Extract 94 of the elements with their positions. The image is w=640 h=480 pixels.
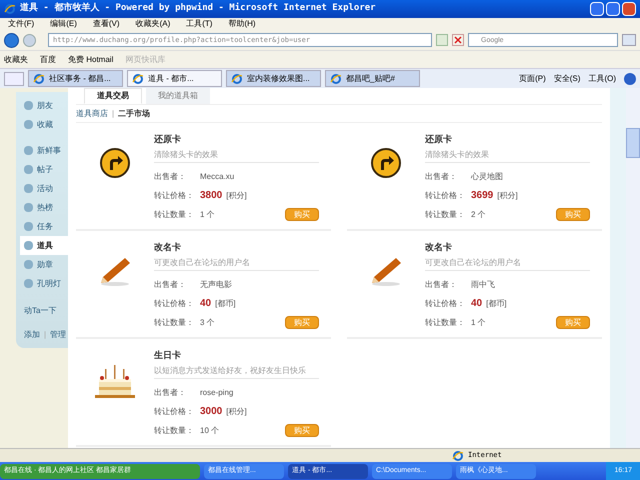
item-name: 还原卡: [425, 133, 453, 146]
quantity: 3 个: [200, 316, 215, 328]
page-tab[interactable]: 我的道具箱: [146, 88, 210, 104]
browser-icon: [231, 72, 243, 84]
field-label: 出售者：: [425, 170, 458, 182]
window-title: 道具 - 都市牧羊人 - Powered by phpwind - Microsoft Internet Explorer: [20, 2, 376, 16]
sidebar-item[interactable]: 朋友: [24, 96, 68, 115]
separator: |: [112, 108, 114, 120]
field-label: 转让数量：: [154, 208, 195, 220]
separator: |: [44, 329, 46, 341]
seller-name: 心灵地图: [471, 170, 503, 182]
field-label: 转让数量：: [425, 208, 466, 220]
scrollbar[interactable]: [626, 88, 640, 448]
browser-tab[interactable]: 社区事务 - 都昌...: [28, 70, 123, 87]
sidebar-item[interactable]: 任务: [24, 217, 68, 236]
breadcrumb-link[interactable]: 道具商店: [76, 108, 108, 120]
sidebar-item[interactable]: 帖子: [24, 160, 68, 179]
seller-name: 无声电影: [200, 278, 232, 290]
menu-item[interactable]: 文件(F): [8, 18, 34, 30]
sidebar-item[interactable]: 热榜: [24, 198, 68, 217]
item-name: 改名卡: [425, 241, 453, 254]
price-value: 3699: [471, 189, 494, 203]
price-unit: [积分]: [497, 190, 518, 202]
field-label: 转让价格：: [425, 190, 466, 202]
quantity: 1 个: [200, 208, 215, 220]
price-unit: [积分]: [226, 406, 247, 418]
add-link[interactable]: 添加: [24, 329, 40, 341]
menu-item[interactable]: 帮助(H): [228, 18, 256, 30]
field-label: 出售者：: [154, 386, 187, 398]
field-label: 转让数量：: [425, 316, 466, 328]
browser-icon: [4, 3, 16, 15]
favorites-link[interactable]: 百度: [40, 54, 56, 66]
field-label: 出售者：: [425, 278, 458, 290]
item-description: 以短消息方式发送给好友，祝好友生日快乐: [154, 363, 319, 379]
sidebar-item[interactable]: 道具: [20, 236, 70, 255]
field-label: 出售者：: [154, 170, 187, 182]
field-label: 转让价格：: [154, 406, 195, 418]
sidebar-item[interactable]: 收藏: [24, 115, 68, 134]
browser-icon: [132, 72, 144, 84]
poke-link[interactable]: 动Ta一下: [24, 305, 68, 317]
menu-item[interactable]: 查看(V): [92, 18, 120, 30]
favorites-link[interactable]: 免费 Hotmail: [68, 54, 114, 66]
price-unit: [积分]: [226, 190, 247, 202]
field-label: 转让数量：: [154, 424, 195, 436]
price-unit: [都币]: [486, 298, 507, 310]
item-name: 生日卡: [154, 349, 182, 362]
browser-tab[interactable]: 道具 - 都市...: [127, 70, 222, 87]
sidebar-item[interactable]: 勋章: [24, 255, 68, 274]
price-value: 40: [471, 297, 482, 311]
item-description: 清除猪头卡的效果: [425, 147, 590, 163]
field-label: 出售者：: [154, 278, 187, 290]
scrollbar-thumb[interactable]: [626, 128, 640, 158]
item-name: 还原卡: [154, 133, 182, 146]
field-label: 转让价格：: [154, 190, 195, 202]
sidebar-item[interactable]: 新鲜事: [24, 141, 68, 160]
browser-icon: [33, 72, 45, 84]
seller-name: rose-ping: [200, 386, 234, 398]
browser-icon: [330, 72, 342, 84]
sidebar-item[interactable]: 孔明灯: [24, 274, 68, 293]
price-value: 3800: [200, 189, 222, 203]
item-description: 清除猪头卡的效果: [154, 147, 319, 163]
seller-name: 雨中飞: [471, 278, 495, 290]
browser-tab[interactable]: 都昌吧_贴吧#: [325, 70, 420, 87]
price-value: 40: [200, 297, 212, 311]
page-tab[interactable]: 道具交易: [84, 88, 142, 104]
command-button[interactable]: 安全(S): [554, 72, 580, 84]
item-name: 改名卡: [154, 241, 182, 254]
manage-link[interactable]: 管理: [50, 329, 66, 341]
quantity: 1 个: [471, 316, 486, 328]
favorites-link[interactable]: 收藏夹: [4, 54, 28, 66]
menu-item[interactable]: 收藏夹(A): [136, 18, 170, 30]
browser-tab[interactable]: 室内装修效果图...: [226, 70, 321, 87]
arrow-coin-icon: [370, 147, 402, 179]
arrow-coin-icon: [99, 147, 131, 179]
stop-icon[interactable]: [452, 34, 464, 46]
field-label: 转让价格：: [425, 298, 466, 310]
quantity: 10 个: [200, 424, 220, 436]
seller-name: Mecca.xu: [200, 170, 234, 182]
back-button[interactable]: [4, 32, 19, 48]
sidebar-item[interactable]: 活动: [24, 179, 68, 198]
item-description: 可更改自己在论坛的用户名: [154, 255, 319, 271]
browser-icon: [452, 450, 464, 462]
menu-item[interactable]: 工具(T): [186, 18, 212, 30]
price-unit: [都币]: [215, 298, 236, 310]
command-button[interactable]: 页面(P): [519, 72, 546, 84]
breadcrumb-current: 二手市场: [118, 108, 150, 120]
item-description: 可更改自己在论坛的用户名: [425, 255, 590, 271]
quantity: 2 个: [471, 208, 486, 220]
menu-item[interactable]: 编辑(E): [50, 18, 77, 30]
field-label: 转让数量：: [154, 316, 195, 328]
price-value: 3000: [200, 405, 222, 419]
field-label: 转让价格：: [154, 298, 195, 310]
close-button[interactable]: [622, 2, 636, 16]
command-button[interactable]: 工具(O): [588, 72, 616, 84]
